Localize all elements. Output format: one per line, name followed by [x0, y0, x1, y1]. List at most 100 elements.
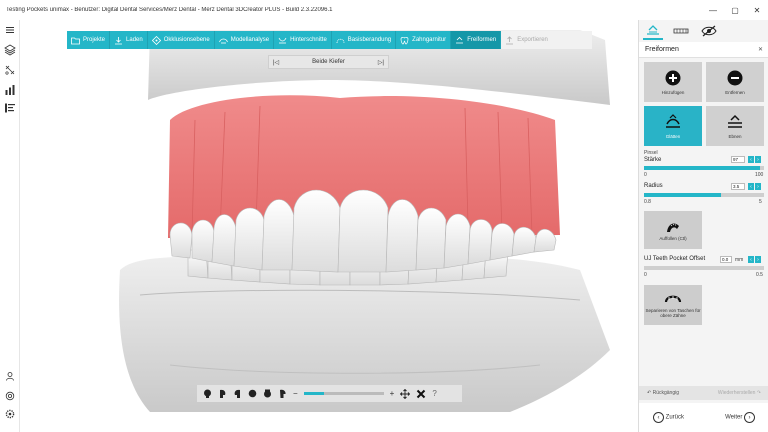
- jaw-next-button[interactable]: ▷|: [378, 59, 384, 66]
- radius-slider[interactable]: [644, 193, 764, 197]
- strength-max: 100: [755, 172, 764, 178]
- fill-label: Auffüllen (Ctl): [659, 235, 687, 241]
- jaw-prev-button[interactable]: |◁: [273, 59, 279, 66]
- pocket-offset-min: 0: [644, 272, 647, 278]
- step-laden[interactable]: Laden: [110, 31, 148, 49]
- pocket-offset-unit: mm: [735, 257, 744, 263]
- jaw-selector[interactable]: |◁ Beide Kiefer ▷|: [268, 55, 389, 69]
- strength-label: Stärke: [644, 157, 662, 163]
- radius-input[interactable]: 3.5: [731, 183, 745, 190]
- base-outline-icon: [336, 36, 345, 45]
- zoom-slider[interactable]: [303, 392, 384, 395]
- radius-max: 5: [759, 199, 762, 205]
- strength-slider[interactable]: [644, 166, 764, 170]
- load-icon: [114, 36, 123, 45]
- tab-visibility[interactable]: [699, 22, 719, 40]
- separate-teeth-icon: [664, 295, 682, 303]
- jaw-selector-label: Beide Kiefer: [312, 59, 345, 65]
- chart-icon[interactable]: [4, 84, 16, 96]
- step-modellanalyse[interactable]: Modellanalyse: [214, 31, 275, 49]
- wizard-nav: ‹ Zurück Weiter ›: [639, 403, 768, 432]
- radius-increase-button[interactable]: ›: [755, 183, 761, 190]
- tool-label: Entfernen: [725, 89, 745, 95]
- view-front-icon[interactable]: [203, 389, 212, 398]
- user-icon[interactable]: [4, 370, 16, 382]
- pocket-offset-slider[interactable]: [644, 266, 764, 270]
- list-icon[interactable]: [4, 102, 16, 114]
- step-hinterschnitte[interactable]: Hinterschnitte: [274, 31, 332, 49]
- pocket-offset-decrease-button[interactable]: ‹: [748, 256, 754, 263]
- radius-min: 0.8: [644, 199, 651, 205]
- pocket-offset-input[interactable]: 0.0: [720, 256, 732, 263]
- tool-smooth-button[interactable]: Glätten: [644, 106, 702, 146]
- step-freiformen[interactable]: Freiformen: [451, 31, 502, 49]
- view-right-icon[interactable]: [233, 389, 242, 398]
- strength-decrease-button[interactable]: ‹: [748, 156, 754, 163]
- next-label: Weiter: [725, 414, 743, 421]
- undercut-icon: [278, 36, 287, 45]
- strength-increase-button[interactable]: ›: [755, 156, 761, 163]
- teeth-row-icon: [673, 28, 689, 34]
- maximize-button[interactable]: ▢: [724, 0, 746, 20]
- reset-view-icon[interactable]: [416, 389, 426, 399]
- view-back-icon[interactable]: [278, 389, 287, 398]
- view-left-icon[interactable]: [218, 389, 227, 398]
- step-label: Modellanalyse: [230, 37, 270, 43]
- 3d-viewport[interactable]: [20, 20, 638, 432]
- support-icon[interactable]: [4, 390, 16, 402]
- panel-close-icon[interactable]: ✕: [758, 46, 763, 53]
- dental-model-render: [119, 30, 611, 412]
- minimize-button[interactable]: —: [702, 0, 724, 20]
- export-icon: [505, 35, 514, 45]
- step-okklusionsebene[interactable]: Okklusionsebene: [147, 31, 215, 49]
- view-top-icon[interactable]: [248, 389, 257, 398]
- view-bottom-icon[interactable]: [263, 389, 272, 398]
- pan-icon[interactable]: [400, 388, 411, 399]
- zoom-in-button[interactable]: +: [390, 389, 395, 398]
- pocket-offset-label: UJ Teeth Pocket Offset: [644, 256, 706, 262]
- step-exportieren[interactable]: Exportieren: [501, 31, 552, 49]
- help-button[interactable]: ?: [432, 389, 436, 398]
- tool-add-button[interactable]: Hinzufügen: [644, 62, 702, 102]
- tab-teeth[interactable]: [671, 22, 691, 40]
- back-label: Zurück: [665, 414, 685, 421]
- radius-label: Radius: [644, 183, 663, 189]
- undo-redo-bar: ↶ Rückgängig Wiederherstellen ↷: [639, 386, 768, 400]
- tool-panel: Freiformen ✕ Hinzufügen Entfernen Glätte…: [638, 20, 768, 432]
- strength-slider-fill: [644, 166, 761, 170]
- strength-input[interactable]: 97: [731, 156, 745, 163]
- tooth-set-icon: [400, 36, 409, 45]
- freeform-icon: [647, 25, 659, 35]
- tool-flatten-button[interactable]: Ebnen: [706, 106, 764, 146]
- pocket-offset-increase-button[interactable]: ›: [755, 256, 761, 263]
- step-zahngarnitur[interactable]: Zahngarnitur: [396, 31, 452, 49]
- occlusion-plane-icon: [151, 35, 161, 45]
- measure-icon[interactable]: [4, 64, 16, 76]
- tool-remove-button[interactable]: Entfernen: [706, 62, 764, 102]
- chevron-left-icon: ‹: [653, 412, 664, 423]
- next-button[interactable]: Weiter ›: [725, 412, 755, 423]
- step-label: Okklusionsebene: [163, 37, 210, 43]
- step-basisberandung[interactable]: Basisberandung: [331, 31, 397, 49]
- freeform-icon: [455, 36, 464, 45]
- tab-freeform[interactable]: [643, 22, 663, 40]
- settings-icon[interactable]: [4, 408, 16, 420]
- minus-circle-icon: [727, 70, 743, 85]
- back-button[interactable]: ‹ Zurück: [653, 412, 684, 423]
- close-button[interactable]: ✕: [746, 0, 768, 20]
- fill-button[interactable]: Auffüllen (Ctl): [644, 211, 702, 249]
- zoom-out-button[interactable]: −: [293, 389, 298, 398]
- smooth-icon: [666, 113, 680, 128]
- step-projekte[interactable]: Projekte: [67, 31, 111, 49]
- step-label: Hinterschnitte: [290, 37, 327, 43]
- step-label: Laden: [126, 37, 143, 43]
- menu-icon[interactable]: [4, 24, 16, 36]
- radius-slider-fill: [644, 193, 721, 197]
- window-title: Testing Pockets unimax - Benutzer: Digit…: [6, 7, 333, 13]
- separate-pockets-button[interactable]: Separieren von Taschen für obere Zähne: [644, 285, 702, 325]
- undo-button[interactable]: ↶ Rückgängig: [647, 390, 679, 396]
- redo-button[interactable]: Wiederherstellen ↷: [718, 390, 761, 396]
- flatten-icon: [728, 114, 742, 128]
- layers-icon[interactable]: [4, 44, 16, 56]
- radius-decrease-button[interactable]: ‹: [748, 183, 754, 190]
